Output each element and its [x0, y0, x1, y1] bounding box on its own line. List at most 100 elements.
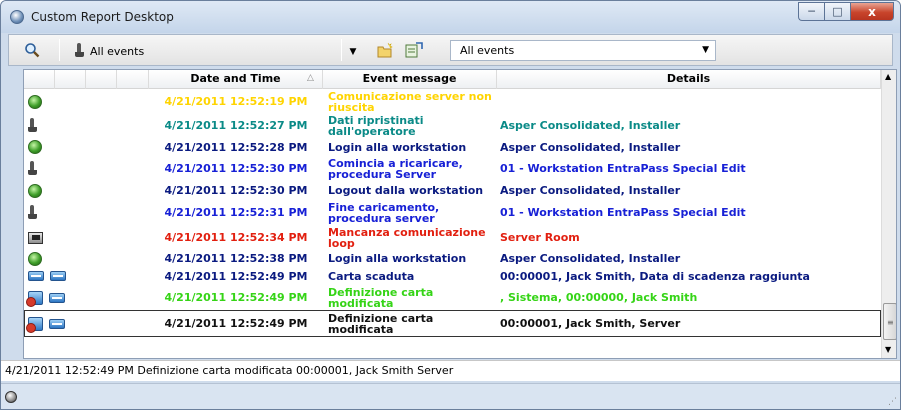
row-date-time: 4/21/2011 12:52:30 PM: [164, 162, 308, 175]
table-row[interactable]: 4/21/2011 12:52:49 PM Definizione carta m…: [24, 310, 881, 337]
row-event-message: Dati ripristinati dall'operatore: [328, 113, 424, 138]
status-bar: ⋰: [1, 383, 900, 409]
row-details: 00:00001, Jack Smith, Data di scadenza r…: [500, 269, 810, 283]
row-icons: [24, 156, 149, 181]
row-details: Asper Consolidated, Installer: [500, 252, 681, 265]
header-icon-col-1[interactable]: [24, 70, 55, 89]
row-icons: [24, 225, 149, 250]
row-event-message: Carta scaduta: [328, 269, 415, 283]
row-date-time: 4/21/2011 12:52:28 PM: [164, 140, 308, 154]
row-icons: [24, 113, 149, 138]
row-details: Asper Consolidated, Installer: [500, 184, 681, 197]
fingerprint-icon: [28, 118, 37, 133]
filter-dropdown-arrow[interactable]: ▼: [346, 43, 360, 61]
connection-status-icon: [5, 391, 17, 403]
table-row[interactable]: 4/21/2011 12:52:31 PM Fine caricamento, p…: [24, 200, 881, 225]
selected-event-details: 4/21/2011 12:52:49 PM Definizione carta …: [1, 360, 900, 381]
row-details: Server Room: [500, 231, 580, 244]
row-details: , Sistema, 00:00000, Jack Smith: [500, 291, 698, 304]
filter-label[interactable]: All events: [90, 45, 144, 58]
green-status-icon: [28, 94, 42, 109]
card-edit-icon: [26, 290, 43, 307]
table-row[interactable]: 4/21/2011 12:52:28 PM Login alla workstat…: [24, 138, 881, 156]
row-icons: [24, 181, 149, 200]
toolbar: All events ▼ All events ▼: [8, 34, 893, 66]
row-event-message: Comincia a ricaricare, procedura Server: [328, 156, 463, 181]
sort-ascending-icon: △: [307, 73, 314, 83]
header-date-time[interactable]: Date and Time: [149, 70, 323, 89]
grid-header: Date and Time △ Event message Details: [24, 70, 881, 89]
resize-grip-icon[interactable]: ⋰: [888, 397, 897, 407]
fingerprint-icon: [28, 205, 37, 220]
toolbar-separator: [59, 39, 60, 61]
monitor-icon: [28, 231, 43, 244]
row-details: Asper Consolidated, Installer: [500, 119, 681, 132]
table-row[interactable]: 4/21/2011 12:52:30 PM Comincia a ricarica…: [24, 156, 881, 181]
row-event-message: Fine caricamento, procedura server: [328, 200, 440, 225]
green-status-icon: [28, 140, 42, 154]
report-window: Custom Report Desktop ─ □ x All events ▼…: [0, 0, 901, 410]
row-details: 01 - Workstation EntraPass Special Edit: [500, 162, 746, 175]
window-title: Custom Report Desktop: [31, 10, 174, 24]
row-event-message: Mancanza comunicazione loop: [328, 225, 486, 250]
row-icons: [24, 200, 149, 225]
row-icons: [24, 310, 149, 337]
fingerprint-icon: [75, 43, 84, 58]
card-icon: [50, 271, 66, 281]
events-grid: Date and Time △ Event message Details 4/…: [23, 69, 897, 359]
table-row[interactable]: 4/21/2011 12:52:38 PM Login alla workstat…: [24, 250, 881, 267]
row-details: 01 - Workstation EntraPass Special Edit: [500, 206, 746, 219]
minimize-button[interactable]: ─: [798, 2, 824, 21]
row-date-time: 4/21/2011 12:52:38 PM: [164, 252, 308, 265]
row-icons: [24, 138, 149, 156]
table-row[interactable]: 4/21/2011 12:52:34 PM Mancanza comunicazi…: [24, 225, 881, 250]
row-event-message: Comunicazione server non riuscita: [328, 89, 492, 114]
header-event-message[interactable]: Event message: [323, 70, 497, 89]
header-details[interactable]: Details: [497, 70, 881, 89]
row-details: [500, 90, 880, 113]
export-icon[interactable]: [405, 42, 423, 58]
row-date-time: 4/21/2011 12:52:49 PM: [164, 269, 308, 283]
card-icon: [49, 292, 65, 303]
card-edit-icon: [26, 316, 43, 333]
card-icon: [49, 318, 65, 329]
row-details: 00:00001, Jack Smith, Server: [500, 317, 681, 330]
row-icons: [24, 250, 149, 267]
table-row[interactable]: 4/21/2011 12:52:19 PM Comunicazione serve…: [24, 90, 881, 113]
row-details: Asper Consolidated, Installer: [500, 140, 681, 154]
green-status-icon: [28, 251, 42, 266]
event-filter-value: All events: [460, 44, 515, 57]
row-event-message: Login alla workstation: [328, 140, 467, 154]
row-date-time: 4/21/2011 12:52:49 PM: [164, 317, 308, 330]
header-icon-col-3[interactable]: [86, 70, 117, 89]
row-date-time: 4/21/2011 12:52:30 PM: [164, 184, 308, 197]
window-controls: ─ □ x: [798, 2, 894, 22]
scroll-up-icon[interactable]: ▲: [885, 72, 891, 81]
row-event-message: Definizione carta modificata: [328, 285, 434, 310]
table-row[interactable]: 4/21/2011 12:52:49 PM Carta scaduta 00:000…: [24, 267, 881, 285]
header-icon-col-2[interactable]: [55, 70, 86, 89]
search-icon[interactable]: [24, 42, 40, 58]
header-icon-col-4[interactable]: [117, 70, 149, 89]
row-event-message: Login alla workstation: [328, 252, 467, 265]
table-row[interactable]: 4/21/2011 12:52:49 PM Definizione carta m…: [24, 285, 881, 310]
row-date-time: 4/21/2011 12:52:31 PM: [164, 206, 308, 219]
event-filter-select[interactable]: All events ▼: [450, 40, 716, 61]
scroll-down-icon[interactable]: ▼: [885, 345, 891, 354]
title-bar: Custom Report Desktop ─ □ x: [1, 1, 900, 33]
maximize-button[interactable]: □: [824, 2, 850, 21]
new-folder-icon[interactable]: [377, 42, 393, 58]
close-button[interactable]: x: [850, 2, 894, 21]
row-event-message: Definizione carta modificata: [328, 311, 434, 336]
fingerprint-icon: [28, 161, 37, 176]
table-row[interactable]: 4/21/2011 12:52:30 PM Logout dalla workst…: [24, 181, 881, 200]
chevron-down-icon[interactable]: ▼: [702, 41, 709, 60]
row-date-time: 4/21/2011 12:52:34 PM: [164, 231, 308, 244]
row-icons: [24, 90, 149, 113]
row-icons: [24, 267, 149, 285]
table-row[interactable]: 4/21/2011 12:52:27 PM Dati ripristinati d…: [24, 113, 881, 138]
grip-icon: ≡: [887, 318, 894, 327]
vertical-scrollbar[interactable]: ▲ ≡ ▼: [881, 70, 896, 358]
scrollbar-thumb[interactable]: ≡: [883, 303, 896, 340]
row-event-message: Logout dalla workstation: [328, 184, 484, 197]
